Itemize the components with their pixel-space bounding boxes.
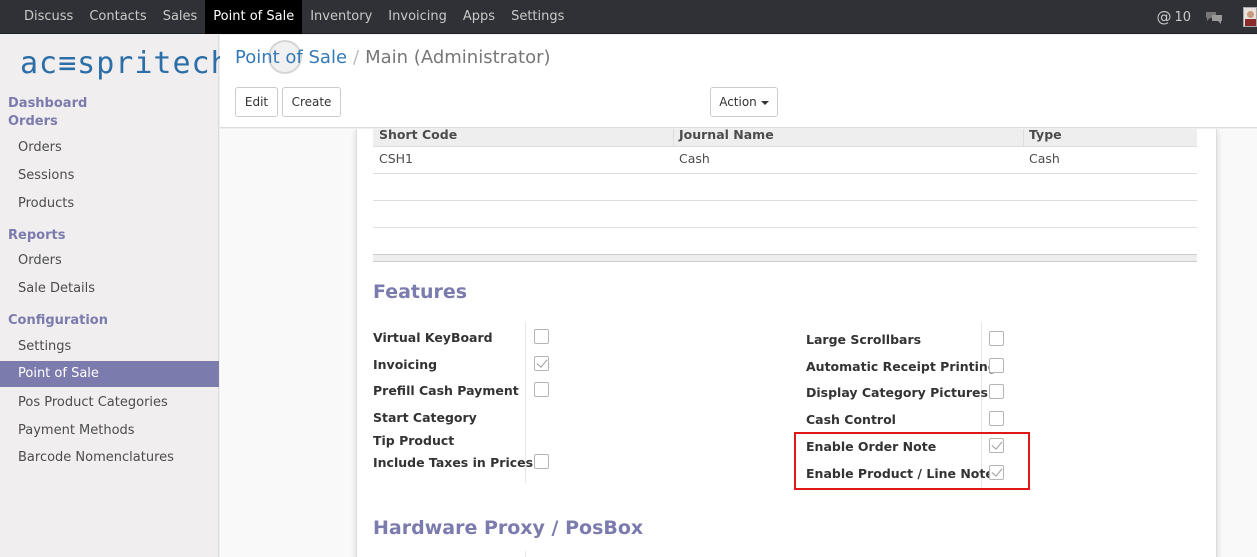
table-row[interactable]: CSH1 Cash Cash — [373, 147, 1197, 174]
sidebar-item-point-of-sale[interactable]: Point of Sale — [0, 361, 219, 387]
column-journal-name[interactable]: Journal Name — [679, 129, 774, 147]
checkbox-display-category-pictures[interactable] — [989, 384, 1004, 399]
label-include-taxes: Include Taxes in Prices — [373, 455, 534, 470]
sidebar-item-sessions[interactable]: Sessions — [0, 163, 219, 189]
sidebar-section-configuration: Configuration — [8, 313, 108, 328]
sidebar-item-pos-product-categories[interactable]: Pos Product Categories — [0, 390, 219, 416]
checkbox-invoicing[interactable] — [534, 356, 549, 371]
sidebar-item-settings[interactable]: Settings — [0, 334, 219, 360]
chat-icon[interactable] — [1205, 10, 1223, 24]
cell-short-code: CSH1 — [379, 151, 414, 166]
column-type[interactable]: Type — [1029, 129, 1062, 147]
breadcrumb-separator: / — [353, 47, 360, 68]
field-divider — [525, 551, 526, 557]
sidebar-item-report-orders[interactable]: Orders — [0, 248, 219, 274]
sidebar: ac≡spritech Dashboard Orders Orders Sess… — [0, 35, 229, 557]
menu-sales[interactable]: Sales — [155, 0, 206, 34]
sidebar-item-barcode-nomenclatures[interactable]: Barcode Nomenclatures — [0, 445, 219, 471]
main-area: Point of Sale / Main (Administrator) Edit … — [220, 35, 1257, 557]
menu-settings[interactable]: Settings — [503, 0, 572, 34]
checkbox-virtual-keyboard[interactable] — [534, 329, 549, 344]
messages-count: 10 — [1174, 9, 1191, 25]
column-divider — [673, 129, 674, 147]
action-label: Action — [719, 95, 757, 109]
menu-invoicing[interactable]: Invoicing — [380, 0, 455, 34]
menu-inventory[interactable]: Inventory — [302, 0, 380, 34]
label-virtual-keyboard: Virtual KeyBoard — [373, 330, 493, 345]
label-prefill-cash-payment: Prefill Cash Payment — [373, 383, 519, 398]
menu-point-of-sale[interactable]: Point of Sale — [205, 0, 303, 34]
sidebar-item-products[interactable]: Products — [0, 191, 219, 217]
label-automatic-receipt-printing: Automatic Receipt Printing — [806, 359, 997, 374]
label-display-category-pictures: Display Category Pictures — [806, 385, 988, 400]
label-cash-control: Cash Control — [806, 412, 896, 427]
action-dropdown[interactable]: Action — [710, 87, 778, 117]
company-logo: ac≡spritech — [20, 47, 229, 83]
at-icon: @ — [1156, 8, 1172, 26]
form-view: Short Code Journal Name Type CSH1 Cash C… — [220, 129, 1257, 557]
messages-indicator[interactable]: @ 10 — [1156, 8, 1191, 26]
sidebar-section-orders[interactable]: Orders — [8, 114, 58, 129]
column-divider — [1023, 129, 1024, 147]
checkbox-include-taxes[interactable] — [534, 454, 549, 469]
sidebar-item-orders[interactable]: Orders — [0, 135, 219, 161]
label-start-category: Start Category — [373, 410, 477, 425]
hardware-proxy-title: Hardware Proxy / PosBox — [373, 517, 644, 539]
label-invoicing: Invoicing — [373, 357, 438, 372]
table-row-empty — [373, 174, 1197, 201]
caret-down-icon — [760, 100, 769, 105]
checkbox-prefill-cash-payment[interactable] — [534, 382, 549, 397]
sidebar-item-payment-methods[interactable]: Payment Methods — [0, 418, 219, 444]
breadcrumb-link[interactable]: Point of Sale — [235, 47, 347, 68]
logo-text: ac≡spritech — [20, 46, 230, 81]
checkbox-cash-control[interactable] — [989, 411, 1004, 426]
create-button[interactable]: Create — [282, 87, 341, 117]
table-header: Short Code Journal Name Type — [373, 129, 1197, 147]
top-navbar: Discuss Contacts Sales Point of Sale Inv… — [0, 0, 1257, 34]
systray: @ 10 — [1156, 0, 1257, 34]
menu-apps[interactable]: Apps — [455, 0, 503, 34]
user-avatar[interactable] — [1243, 7, 1257, 27]
highlight-box — [794, 432, 1030, 490]
cell-journal-name: Cash — [679, 151, 710, 166]
control-panel: Point of Sale / Main (Administrator) Edit … — [220, 35, 1257, 128]
label-tip-product: Tip Product — [373, 433, 455, 448]
table-row-empty — [373, 201, 1197, 228]
edit-button[interactable]: Edit — [235, 87, 278, 117]
breadcrumb-current: Main (Administrator) — [365, 47, 551, 68]
sidebar-item-dashboard[interactable]: Dashboard — [8, 96, 87, 111]
main-menu: Discuss Contacts Sales Point of Sale Inv… — [0, 0, 572, 34]
checkbox-large-scrollbars[interactable] — [989, 331, 1004, 346]
checkbox-automatic-receipt-printing[interactable] — [989, 358, 1004, 373]
sidebar-item-sale-details[interactable]: Sale Details — [0, 276, 219, 302]
menu-discuss[interactable]: Discuss — [0, 0, 81, 34]
cell-type: Cash — [1029, 151, 1060, 166]
breadcrumb: Point of Sale / Main (Administrator) — [235, 47, 551, 68]
sidebar-section-reports: Reports — [8, 228, 66, 243]
menu-contacts[interactable]: Contacts — [81, 0, 154, 34]
form-sheet: Short Code Journal Name Type CSH1 Cash C… — [356, 129, 1217, 557]
column-short-code[interactable]: Short Code — [379, 129, 457, 147]
label-large-scrollbars: Large Scrollbars — [806, 332, 922, 347]
features-title: Features — [373, 281, 468, 303]
table-footer — [373, 254, 1197, 262]
